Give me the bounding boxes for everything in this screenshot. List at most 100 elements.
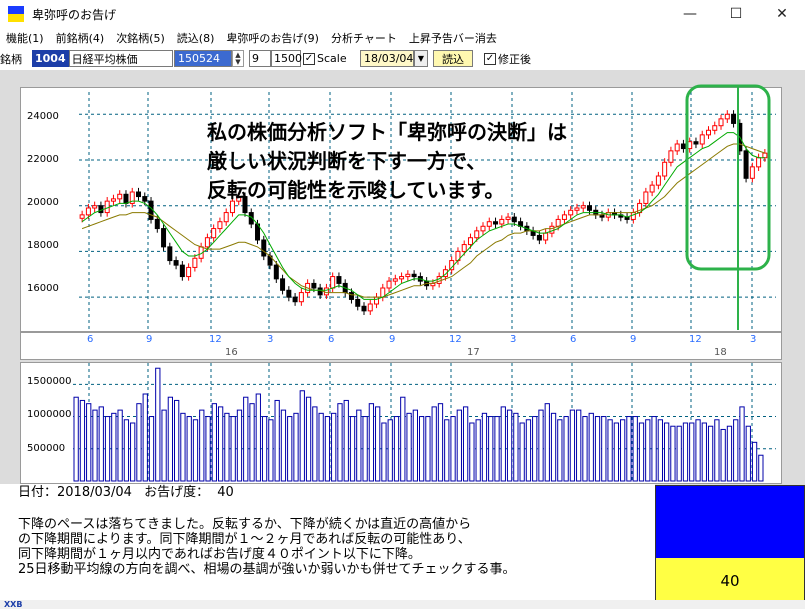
candle-body	[192, 257, 198, 268]
volume-bar	[714, 419, 720, 482]
volume-bar	[130, 422, 136, 482]
candle-body	[662, 161, 668, 177]
candle-body	[311, 282, 317, 289]
field-2[interactable]: 1500	[271, 50, 302, 67]
volume-bar	[192, 419, 199, 482]
scale-checkbox[interactable]: ✓	[303, 52, 315, 65]
menu-next-stock[interactable]: 次銘柄(5)	[116, 30, 165, 46]
candle-body	[561, 214, 567, 220]
date-field[interactable]: 18/03/04	[360, 50, 414, 67]
candle-body	[110, 198, 116, 202]
volume-bar	[205, 416, 211, 482]
candle-body	[668, 150, 674, 163]
candle-body	[493, 221, 499, 225]
volume-bar	[488, 416, 494, 482]
candle-body	[374, 296, 380, 305]
load-button[interactable]: 読込	[433, 50, 473, 67]
description-line: の下降期間によります。同下降期間が１～２ヶ月であれば反転の可能性あり、	[18, 532, 471, 547]
candle-body	[643, 191, 649, 204]
candle-body	[104, 200, 110, 214]
maximize-button[interactable]: ☐	[713, 0, 759, 28]
candle-body	[392, 278, 398, 282]
candle-body	[348, 292, 354, 300]
field-1[interactable]: 9	[249, 50, 271, 67]
volume-bar	[576, 409, 582, 482]
volume-bar	[104, 416, 111, 482]
info-description: 下降のペースは落ちてきました。反転するか、下降が続くかは直近の高値から の下降期…	[18, 517, 516, 577]
volume-bar	[663, 422, 670, 482]
volume-bar	[651, 416, 657, 482]
candle-body	[743, 150, 749, 179]
candle-body	[718, 118, 724, 127]
volume-bar	[387, 419, 393, 482]
candle-body	[317, 287, 323, 296]
candle-body	[161, 228, 167, 248]
candle-body	[568, 209, 574, 216]
candle-body	[286, 289, 292, 298]
month-tick: 12	[449, 334, 462, 345]
menu-analysis-chart[interactable]: 分析チャート	[331, 30, 397, 46]
candle-body	[355, 298, 361, 307]
volume-bar	[594, 416, 601, 482]
volume-bar	[513, 412, 519, 482]
menu-clear-bar[interactable]: 上昇予告バー消去	[409, 30, 497, 46]
candle-body	[336, 276, 342, 284]
close-button[interactable]: ✕	[759, 0, 805, 28]
stock-code-field[interactable]: 1004	[32, 50, 69, 67]
month-tick: 12	[689, 334, 702, 345]
date-dropdown-icon[interactable]: ▼	[414, 50, 428, 67]
volume-bar	[73, 396, 79, 482]
volume-bar	[720, 428, 726, 482]
score-value: 40	[656, 558, 804, 604]
menu-load[interactable]: 読込(8)	[177, 30, 215, 46]
price-tick: 18000	[27, 240, 59, 251]
adjust-label: 修正後	[498, 52, 531, 66]
volume-bar	[161, 409, 167, 482]
candle-body	[543, 232, 549, 241]
stock-name-field[interactable]: 日経平均株価	[68, 50, 173, 67]
volume-bar	[695, 419, 701, 482]
candle-body	[280, 278, 286, 291]
candle-body	[630, 212, 636, 220]
candle-body	[724, 113, 730, 120]
period-field[interactable]: 150524	[174, 50, 232, 67]
month-tick: 9	[630, 334, 637, 345]
candle-body	[136, 191, 142, 198]
volume-bar	[148, 416, 155, 482]
volume-bar	[613, 422, 620, 482]
minimize-button[interactable]: —	[667, 0, 713, 28]
year-tick: 17	[467, 347, 480, 358]
volume-bar	[500, 406, 506, 482]
candle-body	[749, 166, 755, 179]
candle-body	[655, 175, 661, 186]
volume-bar	[318, 412, 324, 482]
month-tick: 6	[570, 334, 577, 345]
candle-body	[223, 212, 229, 223]
adjust-checkbox[interactable]: ✓	[484, 52, 496, 65]
candle-body	[92, 205, 98, 209]
volume-bar	[236, 409, 243, 482]
volume-bar	[450, 416, 456, 482]
menu-prev-stock[interactable]: 前銘柄(4)	[56, 30, 105, 46]
volume-tick: 500000	[27, 443, 66, 454]
candle-body	[217, 221, 223, 230]
volume-bar	[217, 406, 224, 482]
volume-bar	[626, 416, 632, 482]
candle-body	[179, 264, 185, 278]
volume-bar	[79, 399, 86, 482]
volume-bar	[123, 419, 130, 482]
candle-body	[461, 244, 467, 252]
volume-bar	[180, 412, 186, 482]
volume-bar	[412, 409, 418, 482]
candle-body	[555, 218, 561, 227]
period-spinner[interactable]: ▲ ▼	[232, 50, 244, 67]
info-level-label: お告げ度：	[144, 485, 210, 500]
volume-bar	[243, 396, 249, 482]
menu-function[interactable]: 機能(1)	[6, 30, 44, 46]
overlay-line: 反転の可能性を示唆しています。	[207, 178, 505, 202]
description-line: 下降のペースは落ちてきました。反転するか、下降が続くかは直近の高値から	[18, 517, 472, 532]
menu-oracle[interactable]: 卑弥呼のお告げ(9)	[226, 30, 319, 46]
volume-bar	[569, 409, 576, 482]
volume-bar	[532, 416, 538, 482]
volume-bar	[293, 412, 299, 482]
